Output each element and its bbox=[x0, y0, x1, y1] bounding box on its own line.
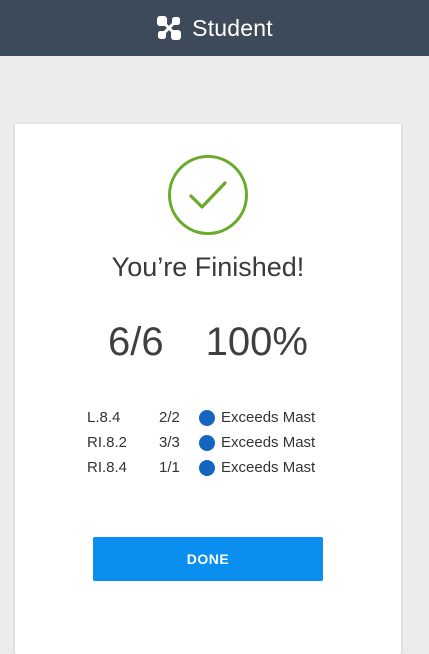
list-item: RI.8.4 1/1 Exceeds Mast bbox=[87, 455, 397, 480]
list-item: L.8.4 2/2 Exceeds Mast bbox=[87, 405, 397, 430]
app-name: Student bbox=[192, 14, 273, 41]
standards-list: L.8.4 2/2 Exceeds Mast RI.8.2 3/3 Exceed… bbox=[87, 405, 397, 480]
nodes-icon bbox=[157, 16, 182, 40]
standard-score: 2/2 bbox=[159, 409, 180, 426]
finished-title: You’re Finished! bbox=[111, 252, 305, 282]
done-button[interactable]: DONE bbox=[93, 537, 323, 581]
standard-score: 3/3 bbox=[159, 434, 180, 451]
score-fraction: 6/6 bbox=[108, 320, 164, 364]
score-percent: 100% bbox=[205, 320, 308, 364]
mastery-dot-icon bbox=[199, 409, 215, 426]
mastery-level: Exceeds Mast bbox=[221, 409, 316, 426]
standard-code: RI.8.4 bbox=[87, 459, 128, 476]
brand: Student bbox=[156, 15, 273, 42]
mastery-dot-icon bbox=[199, 434, 215, 451]
top-bar: Student bbox=[0, 0, 429, 56]
standard-score: 1/1 bbox=[159, 459, 180, 476]
standard-code: RI.8.2 bbox=[87, 434, 128, 451]
standard-code: L.8.4 bbox=[87, 409, 121, 426]
mastery-level: Exceeds Mast bbox=[221, 459, 316, 476]
mastery-level: Exceeds Mast bbox=[221, 434, 316, 451]
score-summary: 6/6 100% bbox=[15, 320, 401, 365]
results-card: You’re Finished! 6/6 100% L.8.4 2/2 Exce… bbox=[15, 124, 401, 654]
checkmark-circle-icon bbox=[168, 155, 248, 235]
list-item: RI.8.2 3/3 Exceeds Mast bbox=[87, 430, 397, 455]
mastery-dot-icon bbox=[199, 459, 215, 476]
